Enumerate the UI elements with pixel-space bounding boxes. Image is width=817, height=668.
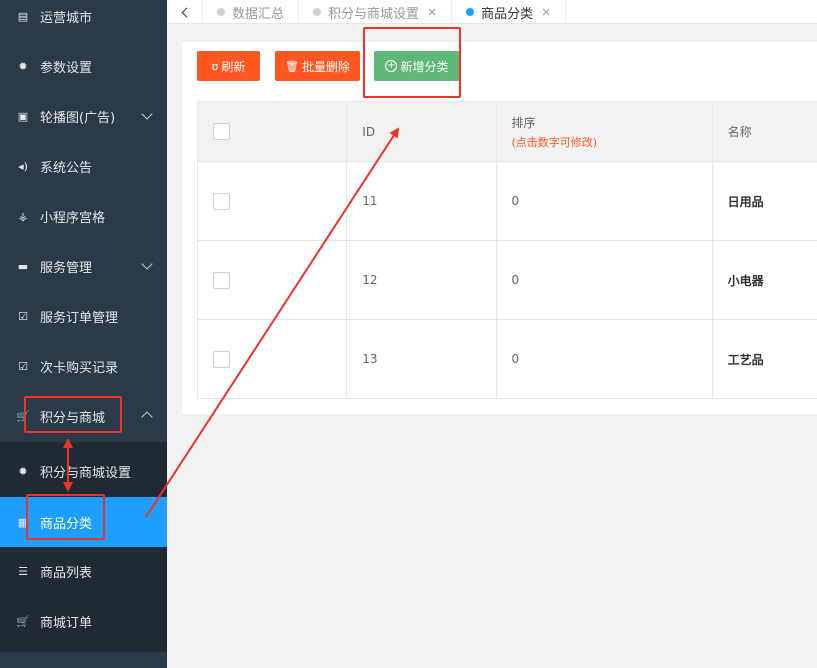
row-select-cell bbox=[196, 319, 348, 399]
table-row: 12 0 小电器 bbox=[196, 240, 817, 320]
checkbox-icon: ☑ bbox=[18, 359, 28, 373]
trash-icon: 🗑 bbox=[285, 59, 299, 73]
tab-bar: 数据汇总 积分与商城设置 × 商品分类 × bbox=[167, 0, 817, 24]
sort-header-hint: (点击数字可修改) bbox=[511, 135, 598, 149]
sidebar-item-label: 系统公告 bbox=[40, 160, 93, 176]
building-icon: ▤ bbox=[17, 9, 29, 23]
sidebar-item-label: 商品列表 bbox=[40, 565, 93, 581]
sidebar-item-product-category[interactable]: ▦ 商品分类 bbox=[0, 497, 167, 547]
tab-label: 积分与商城设置 bbox=[328, 6, 420, 22]
refresh-label: 刷新 bbox=[221, 59, 246, 74]
sidebar-item-label: 服务订单管理 bbox=[40, 310, 119, 326]
sidebar-item-label: 商城订单 bbox=[40, 615, 93, 631]
checkbox-icon: ☑ bbox=[18, 309, 28, 323]
sort-header-label: 排序 bbox=[511, 115, 536, 130]
speaker-icon: ◂) bbox=[18, 159, 28, 173]
image-icon: ▣ bbox=[17, 109, 29, 123]
list-icon: ▬ bbox=[17, 259, 29, 273]
close-icon[interactable]: × bbox=[541, 5, 551, 19]
sidebar-item-parameter-settings[interactable]: ✹ 参数设置 bbox=[0, 41, 167, 91]
column-header-sort: 排序 (点击数字可修改) bbox=[495, 101, 713, 162]
tab-product-category[interactable]: 商品分类 × bbox=[452, 0, 567, 24]
sidebar-item-label: 次卡购买记录 bbox=[40, 360, 119, 376]
tab-back-button[interactable] bbox=[167, 0, 203, 24]
sort-cell[interactable]: 0 bbox=[495, 161, 713, 241]
sidebar-item-label: 轮播图(广告) bbox=[40, 110, 116, 126]
row-select-cell bbox=[196, 161, 348, 241]
sidebar-item-label: 服务管理 bbox=[40, 260, 93, 276]
column-header-name: 名称 bbox=[711, 101, 817, 162]
id-cell: 13 bbox=[346, 319, 497, 399]
sidebar-footer bbox=[0, 652, 167, 668]
sidebar-item-card-purchase-records[interactable]: ☑ 次卡购买记录 bbox=[0, 341, 167, 391]
sidebar-item-product-list[interactable]: ☰ 商品列表 bbox=[0, 546, 167, 596]
table-header-row: ID 排序 (点击数字可修改) 名称 bbox=[196, 101, 817, 162]
chevron-down-icon bbox=[141, 258, 153, 270]
row-select-cell bbox=[196, 240, 348, 320]
id-cell: 11 bbox=[346, 161, 497, 241]
sidebar-item-label: 运营城市 bbox=[40, 10, 93, 26]
tab-dot-icon bbox=[217, 8, 225, 16]
sidebar-item-label: 参数设置 bbox=[40, 60, 93, 76]
content-panel: ʊ 刷新 🗑 批量删除 + 新增分类 ID 排序 (点击数字可修改) 名称 11… bbox=[182, 42, 817, 414]
cart-icon: 🛒 bbox=[16, 409, 30, 423]
row-checkbox[interactable] bbox=[213, 271, 230, 289]
sidebar-item-points-mall-settings[interactable]: ✹ 积分与商城设置 bbox=[0, 446, 167, 496]
gear-icon: ✹ bbox=[18, 59, 28, 73]
sort-cell[interactable]: 0 bbox=[495, 240, 713, 320]
gear-icon: ✹ bbox=[18, 464, 28, 478]
sidebar-item-miniprogram-grid[interactable]: ⚶ 小程序宫格 bbox=[0, 191, 167, 241]
column-header-id: ID bbox=[346, 101, 497, 162]
refresh-button[interactable]: ʊ 刷新 bbox=[197, 51, 260, 81]
grid-icon: ▦ bbox=[17, 515, 29, 529]
select-all-cell bbox=[196, 101, 348, 162]
sidebar-item-service-management[interactable]: ▬ 服务管理 bbox=[0, 241, 167, 291]
sidebar-item-label: 商品分类 bbox=[40, 516, 93, 532]
name-cell: 日用品 bbox=[711, 161, 817, 241]
sidebar-item-announcement[interactable]: ◂) 系统公告 bbox=[0, 141, 167, 191]
tab-label: 数据汇总 bbox=[232, 6, 285, 22]
batch-delete-button[interactable]: 🗑 批量删除 bbox=[275, 51, 360, 81]
batch-delete-label: 批量删除 bbox=[301, 59, 350, 74]
sidebar: ▤ 运营城市 ✹ 参数设置 ▣ 轮播图(广告) ◂) 系统公告 ⚶ 小程序宫格 … bbox=[0, 0, 167, 668]
sitemap-icon: ⚶ bbox=[18, 209, 28, 223]
sidebar-item-service-orders[interactable]: ☑ 服务订单管理 bbox=[0, 291, 167, 341]
tab-dot-icon bbox=[466, 8, 475, 16]
submenu-points-mall: ✹ 积分与商城设置 ▦ 商品分类 ☰ 商品列表 🛒 商城订单 bbox=[0, 442, 167, 652]
table-row: 11 0 日用品 bbox=[196, 161, 817, 241]
sidebar-item-label: 积分与商城设置 bbox=[40, 465, 132, 481]
add-category-button[interactable]: + 新增分类 bbox=[374, 51, 460, 81]
row-checkbox[interactable] bbox=[213, 350, 230, 368]
plus-circle-icon: + bbox=[385, 60, 398, 72]
sidebar-item-label: 积分与商城 bbox=[40, 410, 106, 426]
sidebar-item-points-mall[interactable]: 🛒 积分与商城 bbox=[0, 391, 167, 441]
tab-data-summary[interactable]: 数据汇总 bbox=[203, 0, 300, 24]
sidebar-item-operating-city[interactable]: ▤ 运营城市 bbox=[0, 0, 167, 41]
name-cell: 工艺品 bbox=[711, 319, 817, 399]
cart-icon: 🛒 bbox=[16, 614, 30, 628]
sort-cell[interactable]: 0 bbox=[495, 319, 713, 399]
category-table: ID 排序 (点击数字可修改) 名称 11 0 日用品 12 0 小电器 13 … bbox=[196, 101, 817, 399]
id-cell: 12 bbox=[346, 240, 497, 320]
sidebar-item-mall-orders[interactable]: 🛒 商城订单 bbox=[0, 596, 167, 646]
chevron-down-icon bbox=[141, 108, 153, 120]
sliders-icon: ☰ bbox=[18, 564, 28, 578]
close-icon[interactable]: × bbox=[427, 5, 437, 19]
row-checkbox[interactable] bbox=[213, 192, 230, 210]
tab-label: 商品分类 bbox=[481, 6, 534, 22]
select-all-checkbox[interactable] bbox=[213, 123, 230, 140]
sidebar-item-label: 小程序宫格 bbox=[40, 210, 106, 226]
sidebar-item-banner[interactable]: ▣ 轮播图(广告) bbox=[0, 91, 167, 141]
tab-dot-icon bbox=[313, 8, 322, 16]
chevron-up-icon bbox=[141, 411, 153, 423]
add-category-label: 新增分类 bbox=[400, 59, 449, 74]
name-cell: 小电器 bbox=[711, 240, 817, 320]
table-row: 13 0 工艺品 bbox=[196, 319, 817, 399]
chevron-left-icon bbox=[181, 7, 191, 17]
refresh-icon: ʊ bbox=[211, 59, 219, 73]
tab-points-mall-settings[interactable]: 积分与商城设置 × bbox=[299, 0, 453, 24]
